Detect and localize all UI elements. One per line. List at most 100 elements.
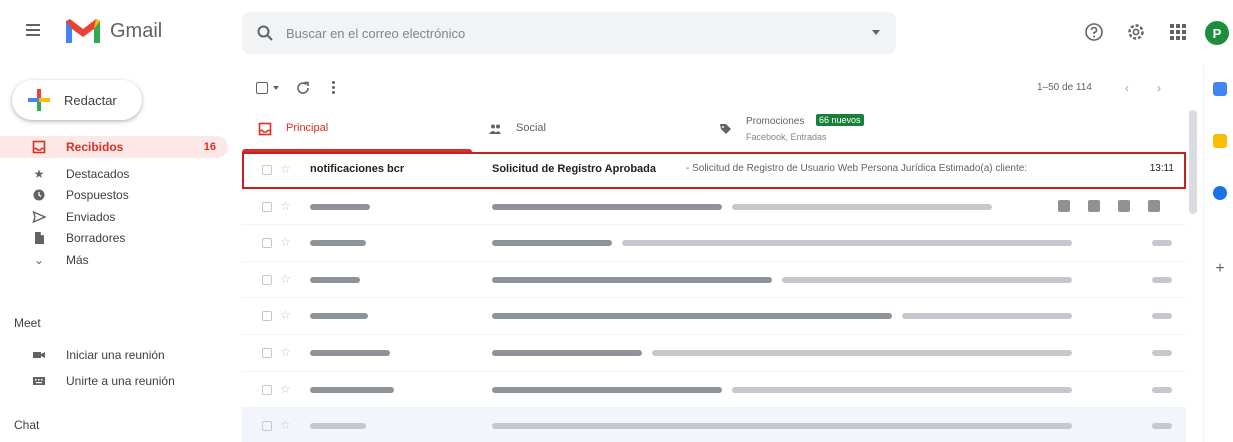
star-icon[interactable]: ☆ — [280, 272, 291, 286]
account-avatar[interactable]: P — [1205, 21, 1229, 45]
table-row[interactable]: ☆ — [242, 371, 1186, 409]
blurred-sender — [310, 313, 368, 320]
add-addon-icon[interactable]: + — [1213, 261, 1227, 277]
blurred-subject — [492, 203, 722, 210]
table-row[interactable]: ☆ — [242, 261, 1186, 299]
google-apps-icon[interactable] — [1168, 22, 1188, 42]
table-row[interactable]: ☆ — [242, 188, 1186, 226]
refresh-icon[interactable] — [294, 79, 312, 97]
keep-icon[interactable] — [1213, 134, 1227, 148]
pagination-text: 1–50 de 114 — [1037, 82, 1092, 93]
blurred-subject — [492, 386, 722, 393]
blurred-sender — [310, 276, 360, 283]
sidebar-item-snoozed[interactable]: Pospuestos — [0, 186, 228, 205]
search-bar[interactable] — [242, 12, 896, 54]
meet-join-meeting[interactable]: Unirte a una reunión — [0, 372, 228, 390]
star-icon[interactable]: ☆ — [280, 235, 291, 249]
delete-icon[interactable] — [1088, 199, 1100, 212]
calendar-icon[interactable] — [1213, 82, 1227, 96]
row-checkbox[interactable] — [262, 165, 272, 175]
blurred-sender — [310, 423, 366, 430]
select-all-checkbox[interactable] — [256, 82, 268, 94]
message-time: 13:11 — [1149, 163, 1174, 174]
scrollbar-thumb[interactable] — [1189, 110, 1197, 214]
table-row[interactable]: ☆ — [242, 408, 1186, 442]
row-checkbox[interactable] — [262, 238, 272, 249]
blurred-sender — [310, 349, 390, 356]
clock-icon — [33, 189, 45, 201]
people-icon — [489, 124, 501, 134]
blurred-time — [1152, 423, 1172, 430]
tab-promociones[interactable]: Promociones 66 nuevos Facebook, Entradas — [702, 108, 932, 152]
settings-gear-icon[interactable] — [1126, 22, 1146, 42]
select-dropdown-icon[interactable] — [273, 86, 279, 90]
sidebar-item-drafts[interactable]: Borradores — [0, 229, 228, 248]
chat-section-title: Chat — [14, 418, 40, 432]
more-options-icon[interactable] — [330, 79, 336, 97]
new-count-badge: 66 nuevos — [816, 114, 864, 126]
sidebar-item-sent[interactable]: Enviados — [0, 207, 228, 226]
meet-item-label: Iniciar una reunión — [66, 348, 165, 362]
search-options-icon[interactable] — [872, 30, 880, 35]
row-checkbox[interactable] — [262, 421, 272, 432]
row-checkbox[interactable] — [262, 347, 272, 358]
star-icon[interactable]: ☆ — [280, 382, 291, 396]
blurred-time — [1152, 240, 1172, 247]
tab-principal[interactable]: Principal — [242, 108, 472, 152]
unread-count-badge: 16 — [203, 141, 216, 153]
table-row[interactable]: ☆ notificaciones bcr Solicitud de Regist… — [242, 152, 1186, 189]
message-list: ☆ notificaciones bcr Solicitud de Regist… — [242, 152, 1186, 442]
tasks-icon[interactable] — [1213, 186, 1227, 200]
row-checkbox[interactable] — [262, 384, 272, 395]
main-menu-icon[interactable] — [24, 22, 44, 38]
tag-icon — [720, 124, 731, 134]
star-icon[interactable]: ☆ — [280, 418, 291, 432]
blurred-sender — [310, 240, 366, 247]
row-checkbox[interactable] — [262, 311, 272, 322]
sidebar-item-more[interactable]: ⌄ Más — [0, 250, 228, 269]
compose-button[interactable]: Redactar — [12, 80, 142, 120]
help-icon[interactable] — [1084, 22, 1104, 42]
table-row[interactable]: ☆ — [242, 298, 1186, 335]
sidebar-item-label: Más — [66, 252, 89, 267]
search-icon[interactable] — [256, 24, 274, 42]
mark-unread-icon[interactable] — [1118, 199, 1130, 212]
meet-item-label: Unirte a una reunión — [66, 374, 175, 388]
blurred-snippet — [782, 276, 1072, 283]
star-icon[interactable]: ☆ — [280, 308, 291, 322]
table-row[interactable]: ☆ — [242, 225, 1186, 262]
message-subject: Solicitud de Registro Aprobada — [492, 163, 656, 175]
keyboard-icon — [33, 377, 45, 385]
table-row[interactable]: ☆ — [242, 334, 1186, 372]
gmail-logo[interactable]: Gmail — [64, 16, 162, 46]
previous-page-icon[interactable]: ‹ — [1120, 81, 1134, 95]
sidebar-item-label: Pospuestos — [66, 188, 129, 203]
blurred-snippet — [732, 203, 992, 210]
star-icon[interactable]: ☆ — [280, 162, 291, 176]
blurred-snippet — [622, 240, 1072, 247]
inbox-tab-icon — [258, 122, 272, 136]
star-icon[interactable]: ☆ — [280, 199, 291, 213]
inbox-icon — [32, 140, 46, 154]
sidebar-item-starred[interactable]: ★ Destacados — [0, 164, 228, 183]
sidebar-item-label: Destacados — [66, 166, 130, 181]
tab-social[interactable]: Social — [472, 108, 702, 152]
archive-icon[interactable] — [1058, 199, 1070, 212]
tab-label: Social — [516, 122, 546, 134]
row-checkbox[interactable] — [262, 274, 272, 285]
snooze-icon[interactable] — [1148, 199, 1160, 212]
blurred-time — [1152, 313, 1172, 320]
tab-label: Principal — [286, 122, 329, 134]
sidebar-item-label: Recibidos — [66, 140, 124, 154]
list-scrollbar[interactable] — [1188, 110, 1198, 442]
star-icon[interactable]: ☆ — [280, 345, 291, 359]
blurred-time — [1152, 386, 1172, 393]
sidebar-item-inbox[interactable]: Recibidos 16 — [0, 136, 228, 158]
meet-start-meeting[interactable]: Iniciar una reunión — [0, 346, 228, 364]
search-input[interactable] — [286, 22, 846, 44]
next-page-icon[interactable]: › — [1152, 81, 1166, 95]
row-checkbox[interactable] — [262, 201, 272, 212]
message-sender: notificaciones bcr — [310, 163, 405, 175]
blurred-sender — [310, 203, 370, 210]
blurred-time — [1152, 276, 1172, 283]
